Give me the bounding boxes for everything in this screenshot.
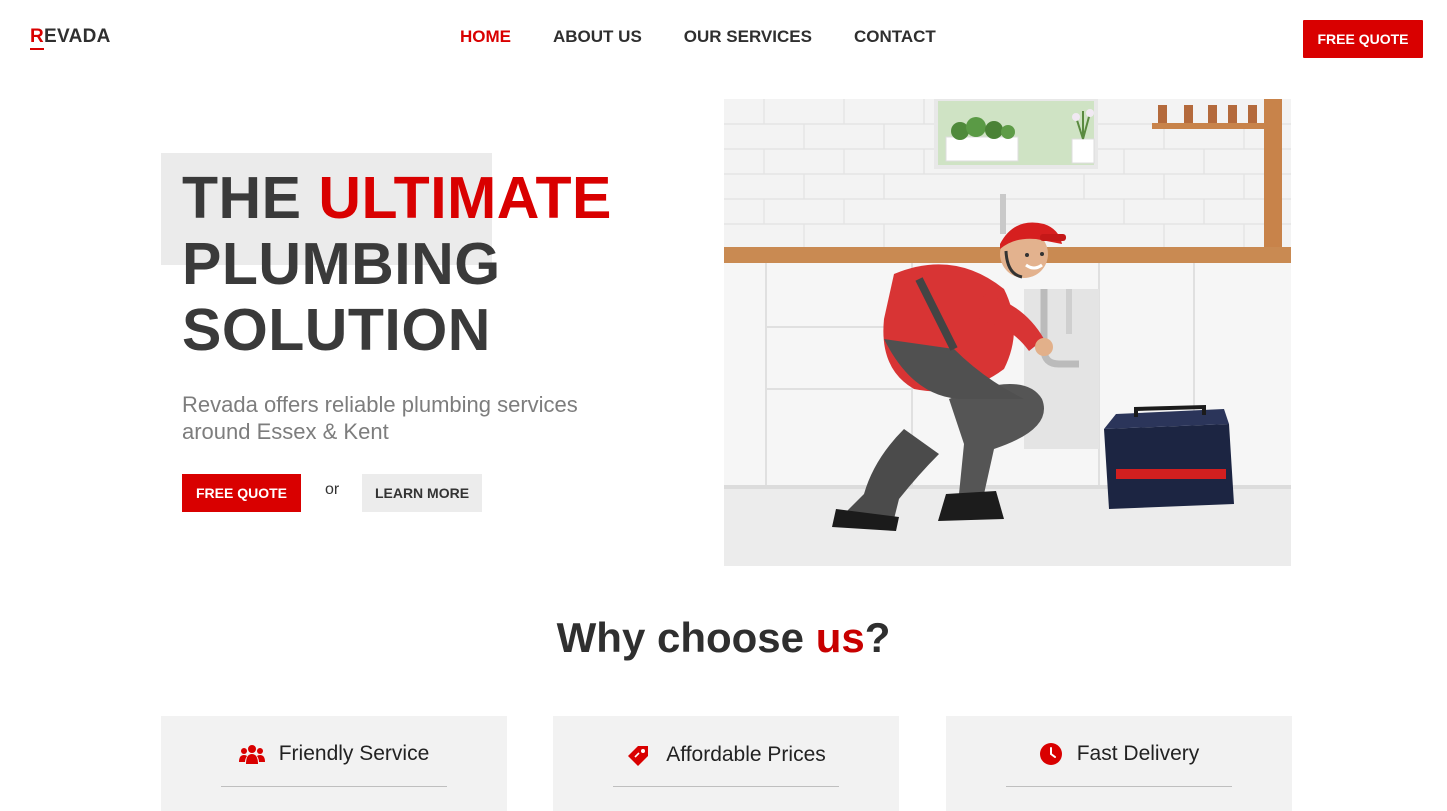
feature-divider — [1006, 786, 1232, 787]
price-tag-icon — [626, 742, 652, 768]
nav-free-quote-button[interactable]: FREE QUOTE — [1303, 20, 1423, 58]
logo-letter: R — [30, 26, 45, 47]
nav-item-home[interactable]: HOME — [460, 27, 511, 47]
nav-item-contact[interactable]: CONTACT — [854, 27, 936, 47]
hero-title: THE ULTIMATE PLUMBING SOLUTION — [182, 165, 612, 363]
why-title-part1: Why choose — [556, 614, 816, 661]
hero-title-accent: ULTIMATE — [318, 165, 612, 231]
learn-more-button[interactable]: LEARN MORE — [362, 474, 482, 512]
brand-logo[interactable]: REVADA — [30, 26, 111, 48]
nav-item-our-services[interactable]: OUR SERVICES — [684, 27, 812, 47]
feature-divider — [221, 786, 447, 787]
feature-label: Fast Delivery — [1076, 742, 1200, 765]
feature-card-friendly-service: Friendly Service — [161, 716, 507, 811]
nav-item-about-us[interactable]: ABOUT US — [553, 27, 642, 47]
users-icon — [238, 743, 265, 765]
hero-title-line3: SOLUTION — [182, 297, 491, 363]
feature-card-fast-delivery: Fast Delivery — [946, 716, 1292, 811]
why-title-end: ? — [864, 614, 891, 661]
or-separator: or — [325, 481, 340, 498]
feature-divider — [613, 786, 839, 787]
hero-free-quote-button[interactable]: FREE QUOTE — [182, 474, 301, 512]
top-navigation: REVADA HOME ABOUT US OUR SERVICES CONTAC… — [0, 0, 1447, 80]
feature-card-affordable-prices: Affordable Prices — [553, 716, 899, 811]
why-title-accent: us — [815, 614, 865, 661]
plumber-kitchen-illustration — [724, 99, 1291, 566]
main-menu: HOME ABOUT US OUR SERVICES CONTACT — [460, 27, 978, 47]
hero-plumber-photo — [724, 99, 1291, 566]
hero-subtitle: Revada offers reliable plumbing services… — [182, 392, 578, 444]
logo-text: EVADA — [44, 26, 111, 47]
hero-title-line2: PLUMBING — [182, 231, 501, 297]
clock-icon — [1039, 742, 1063, 766]
why-choose-us-heading: Why choose us? — [0, 614, 1447, 662]
feature-label: Affordable Prices — [666, 743, 826, 766]
feature-label: Friendly Service — [278, 742, 430, 765]
hero-title-part1: THE — [182, 165, 319, 231]
